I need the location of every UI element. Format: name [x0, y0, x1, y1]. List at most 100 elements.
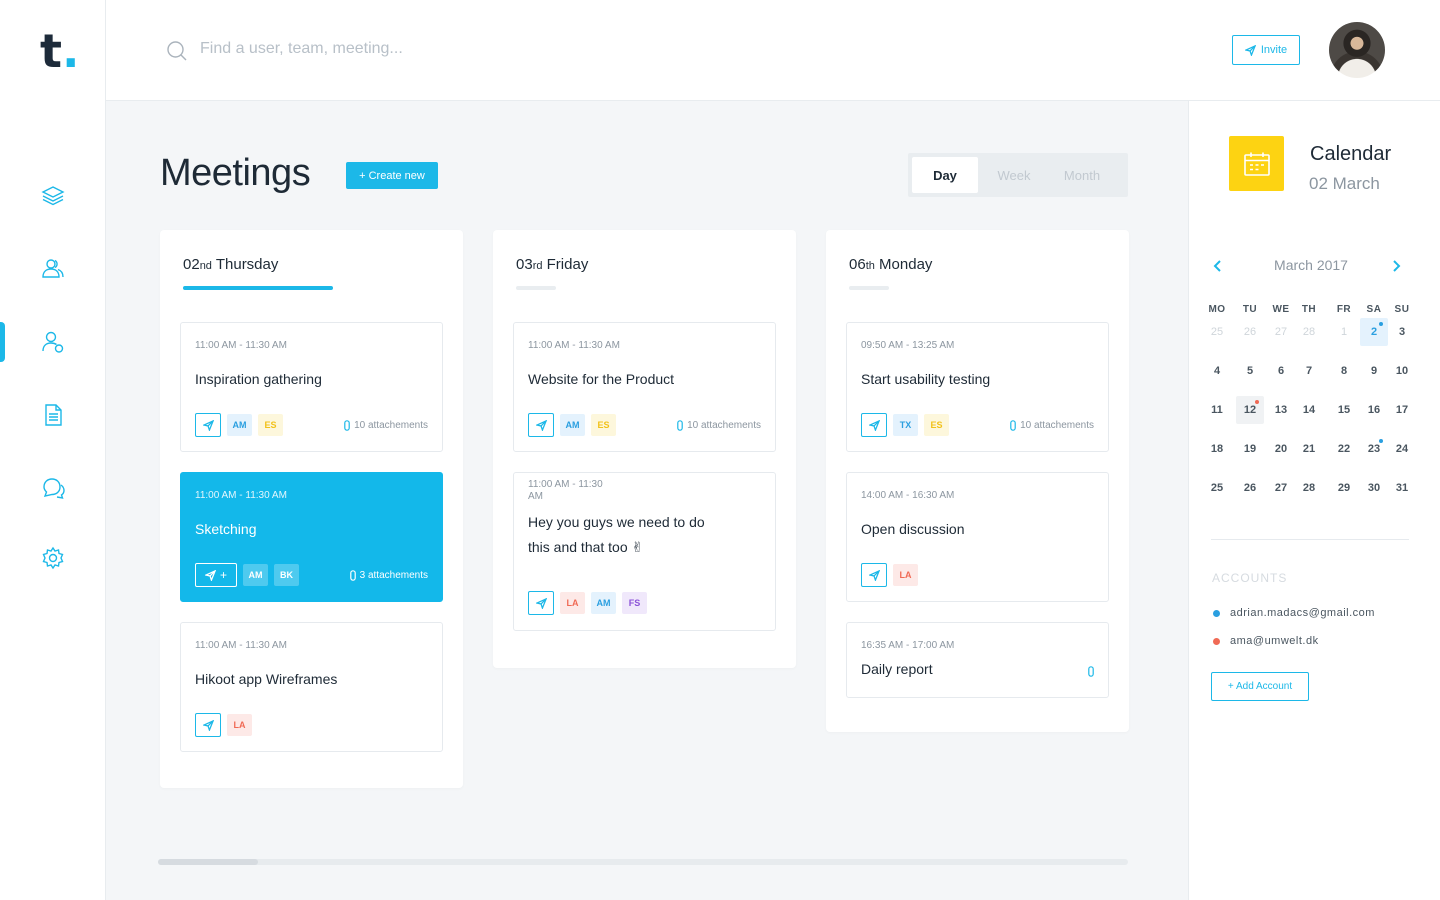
- calendar-day[interactable]: 10: [1388, 357, 1416, 385]
- meeting-card[interactable]: 16:35 AM - 17:00 AM Daily report: [846, 622, 1109, 698]
- attachments-link[interactable]: 10 attachements: [344, 420, 428, 431]
- calendar-day[interactable]: 22: [1330, 435, 1358, 463]
- nav-document-icon[interactable]: [0, 395, 106, 435]
- calendar-day[interactable]: 25: [1203, 474, 1231, 502]
- meeting-card[interactable]: 11:00 AM - 11:30 AM Website for the Prod…: [513, 322, 776, 452]
- calendar-date: 02 March: [1309, 174, 1380, 193]
- send-icon[interactable]: [195, 413, 221, 437]
- meeting-time: 14:00 AM - 16:30 AM: [861, 490, 955, 501]
- day-title: 02nd Thursday: [183, 256, 279, 273]
- account-item[interactable]: adrian.madacs@gmail.com: [1213, 607, 1375, 619]
- search-icon: [167, 41, 187, 61]
- send-icon[interactable]: +: [195, 563, 237, 587]
- tab-month[interactable]: Month: [1050, 157, 1114, 193]
- calendar-day[interactable]: 24: [1388, 435, 1416, 463]
- send-icon[interactable]: [528, 591, 554, 615]
- participant-tag[interactable]: FS: [622, 592, 647, 614]
- meeting-card[interactable]: 11:00 AM - 11:30 AM Hey you guys we need…: [513, 472, 776, 631]
- create-new-button[interactable]: + Create new: [346, 162, 438, 189]
- calendar-day[interactable]: 17: [1388, 396, 1416, 424]
- calendar-day[interactable]: 20: [1267, 435, 1295, 463]
- calendar-day[interactable]: 26: [1236, 318, 1264, 346]
- send-icon[interactable]: [195, 713, 221, 737]
- nav-team-icon[interactable]: [0, 248, 106, 288]
- participant-tag[interactable]: AM: [227, 414, 252, 436]
- participant-tag[interactable]: AM: [560, 414, 585, 436]
- account-email: ama@umwelt.dk: [1230, 635, 1319, 647]
- calendar-day[interactable]: 8: [1330, 357, 1358, 385]
- calendar-day[interactable]: 9: [1360, 357, 1388, 385]
- calendar-day[interactable]: 14: [1295, 396, 1323, 424]
- calendar-day[interactable]: 26: [1236, 474, 1264, 502]
- account-item[interactable]: ama@umwelt.dk: [1213, 635, 1319, 647]
- calendar-day[interactable]: 21: [1295, 435, 1323, 463]
- calendar-day[interactable]: 7: [1295, 357, 1323, 385]
- horizontal-scrollbar[interactable]: [158, 859, 1128, 865]
- meeting-card[interactable]: 14:00 AM - 16:30 AM Open discussion LA: [846, 472, 1109, 602]
- calendar-day[interactable]: 29: [1330, 474, 1358, 502]
- calendar-day[interactable]: 1: [1330, 318, 1358, 346]
- participant-tag[interactable]: AM: [243, 564, 268, 586]
- paperclip-icon: [349, 570, 356, 581]
- user-avatar[interactable]: [1329, 22, 1385, 78]
- participant-tag[interactable]: TX: [893, 414, 918, 436]
- calendar-day[interactable]: 6: [1267, 357, 1295, 385]
- search-input[interactable]: [200, 34, 620, 64]
- attachments-link[interactable]: 10 attachements: [1010, 420, 1094, 431]
- tab-day[interactable]: Day: [912, 157, 978, 193]
- page-title: Meetings: [160, 152, 311, 194]
- calendar-day[interactable]: 11: [1203, 396, 1231, 424]
- participant-tag[interactable]: ES: [924, 414, 949, 436]
- calendar-day[interactable]: 18: [1203, 435, 1231, 463]
- participant-tag[interactable]: ES: [591, 414, 616, 436]
- nav-settings-gear-icon[interactable]: [0, 538, 106, 578]
- calendar-day[interactable]: 12: [1236, 396, 1264, 424]
- chevron-left-icon[interactable]: [1211, 258, 1225, 274]
- scrollbar-thumb[interactable]: [158, 859, 258, 865]
- app-logo[interactable]: t.: [40, 28, 79, 74]
- attachments-link[interactable]: 3 attachements: [349, 570, 428, 581]
- participant-tag[interactable]: ES: [258, 414, 283, 436]
- meeting-card[interactable]: 09:50 AM - 13:25 AM Start usability test…: [846, 322, 1109, 452]
- calendar-day[interactable]: 16: [1360, 396, 1388, 424]
- calendar-day[interactable]: 19: [1236, 435, 1264, 463]
- calendar-day[interactable]: 28: [1295, 318, 1323, 346]
- calendar-day[interactable]: 13: [1267, 396, 1295, 424]
- meeting-card[interactable]: 11:00 AM - 11:30 AM Inspiration gatherin…: [180, 322, 443, 452]
- calendar-title: Calendar: [1310, 143, 1392, 165]
- calendar-day[interactable]: 25: [1203, 318, 1231, 346]
- calendar-day[interactable]: 3: [1388, 318, 1416, 346]
- calendar-day[interactable]: 2: [1360, 318, 1388, 346]
- calendar-day[interactable]: 31: [1388, 474, 1416, 502]
- add-account-button[interactable]: + Add Account: [1211, 672, 1309, 701]
- calendar-day[interactable]: 27: [1267, 318, 1295, 346]
- sidebar: t.: [0, 0, 106, 900]
- meeting-card[interactable]: 11:00 AM - 11:30 AM Hikoot app Wireframe…: [180, 622, 443, 752]
- participant-tag[interactable]: LA: [560, 592, 585, 614]
- calendar-day[interactable]: 27: [1267, 474, 1295, 502]
- calendar-day[interactable]: 15: [1330, 396, 1358, 424]
- send-icon[interactable]: [861, 413, 887, 437]
- chevron-right-icon[interactable]: [1389, 258, 1403, 274]
- meeting-card-active[interactable]: 11:00 AM - 11:30 AM Sketching + AM BK 3 …: [180, 472, 443, 602]
- calendar-day[interactable]: 5: [1236, 357, 1264, 385]
- participant-tag[interactable]: AM: [591, 592, 616, 614]
- calendar-day[interactable]: 23: [1360, 435, 1388, 463]
- nav-user-icon[interactable]: [0, 322, 106, 362]
- invite-button[interactable]: Invite: [1232, 35, 1300, 65]
- nav-layers-icon[interactable]: [0, 175, 106, 215]
- calendar-day[interactable]: 4: [1203, 357, 1231, 385]
- nav-chat-icon[interactable]: [0, 468, 106, 508]
- calendar-day[interactable]: 28: [1295, 474, 1323, 502]
- calendar-day[interactable]: 30: [1360, 474, 1388, 502]
- attachments-link[interactable]: 10 attachements: [677, 420, 761, 431]
- tab-week[interactable]: Week: [978, 157, 1050, 193]
- participant-tag[interactable]: LA: [227, 714, 252, 736]
- account-email: adrian.madacs@gmail.com: [1230, 607, 1375, 619]
- participant-tag[interactable]: BK: [274, 564, 299, 586]
- send-icon[interactable]: [528, 413, 554, 437]
- attachments-link[interactable]: [1088, 666, 1094, 677]
- send-icon[interactable]: [861, 563, 887, 587]
- weekday-header: WE: [1272, 304, 1290, 315]
- participant-tag[interactable]: LA: [893, 564, 918, 586]
